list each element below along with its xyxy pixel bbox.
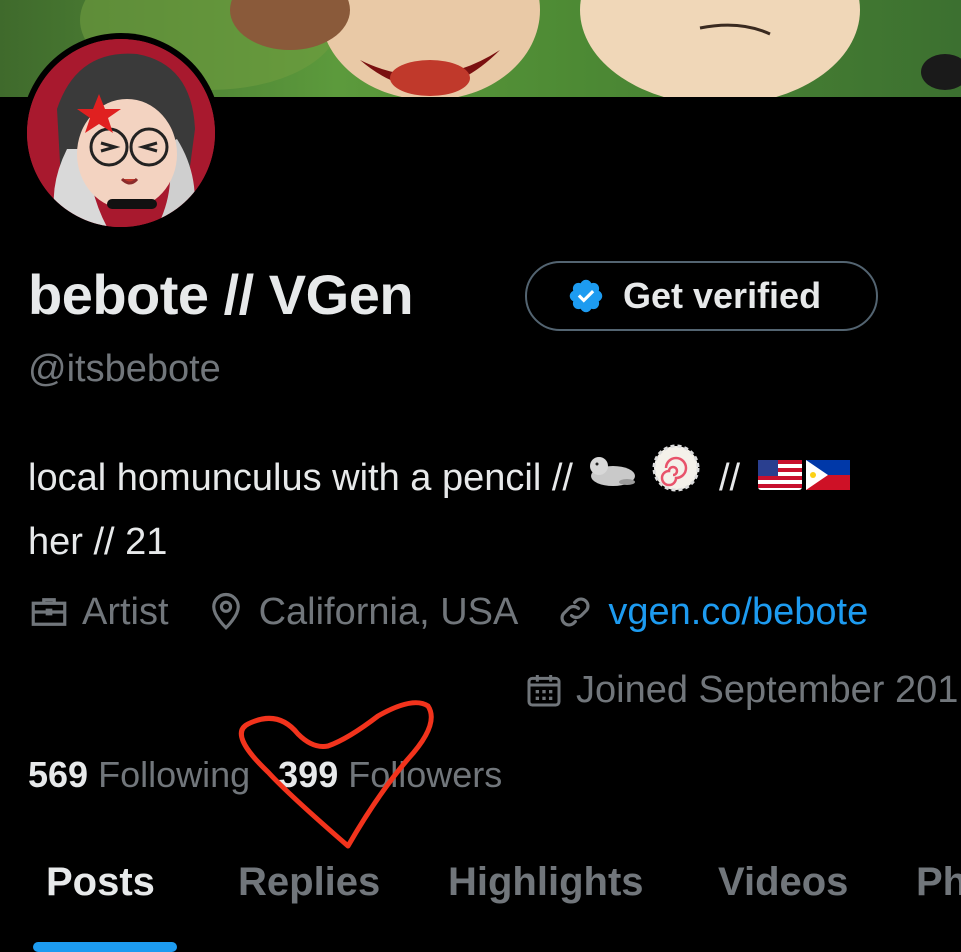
link-icon — [560, 597, 590, 627]
bio-separator: // — [718, 457, 741, 499]
bio: local homunculus with a pencil // // her… — [28, 443, 961, 574]
location-label: California, USA — [258, 590, 519, 633]
location: California, USA — [205, 590, 519, 634]
following-link[interactable]: 569 Following — [28, 754, 250, 796]
seal-emoji-icon — [587, 446, 637, 510]
get-verified-label: Get verified — [623, 275, 822, 316]
bio-text-line-2: her // 21 — [28, 521, 168, 563]
verified-badge-icon — [569, 279, 603, 313]
website-link[interactable]: vgen.co/bebote — [608, 591, 868, 634]
fish-cake-emoji-icon — [651, 443, 701, 513]
get-verified-button[interactable]: Get verified — [525, 261, 878, 331]
tab-posts[interactable]: Posts — [46, 860, 155, 905]
join-date-label: Joined September 201 — [576, 668, 959, 711]
join-date: Joined September 201 — [524, 666, 958, 714]
avatar[interactable] — [21, 33, 221, 233]
profile-meta: Artist California, USA vgen.co/bebote — [28, 588, 904, 636]
profession: Artist — [28, 591, 169, 634]
tab-highlights[interactable]: Highlights — [448, 860, 644, 905]
flag-us-emoji-icon — [758, 446, 803, 510]
tab-photos[interactable]: Ph — [916, 860, 961, 905]
profession-label: Artist — [82, 590, 169, 633]
website[interactable]: vgen.co/bebote — [554, 591, 868, 634]
bio-text: local homunculus with a pencil // — [28, 457, 573, 499]
calendar-icon — [527, 675, 561, 707]
active-tab-indicator — [33, 942, 177, 952]
display-name: bebote // VGen — [28, 263, 414, 326]
profile-tabs: Posts Replies Highlights Videos Ph — [0, 860, 961, 920]
following-count: 569 — [28, 754, 89, 795]
location-pin-icon — [211, 592, 240, 630]
tab-replies[interactable]: Replies — [238, 860, 380, 905]
briefcase-icon — [31, 598, 67, 626]
flag-ph-emoji-icon — [806, 446, 851, 510]
username-handle: @itsbebote — [28, 348, 221, 390]
heart-annotation — [238, 700, 434, 849]
avatar-image — [27, 39, 215, 227]
tab-videos[interactable]: Videos — [718, 860, 848, 905]
